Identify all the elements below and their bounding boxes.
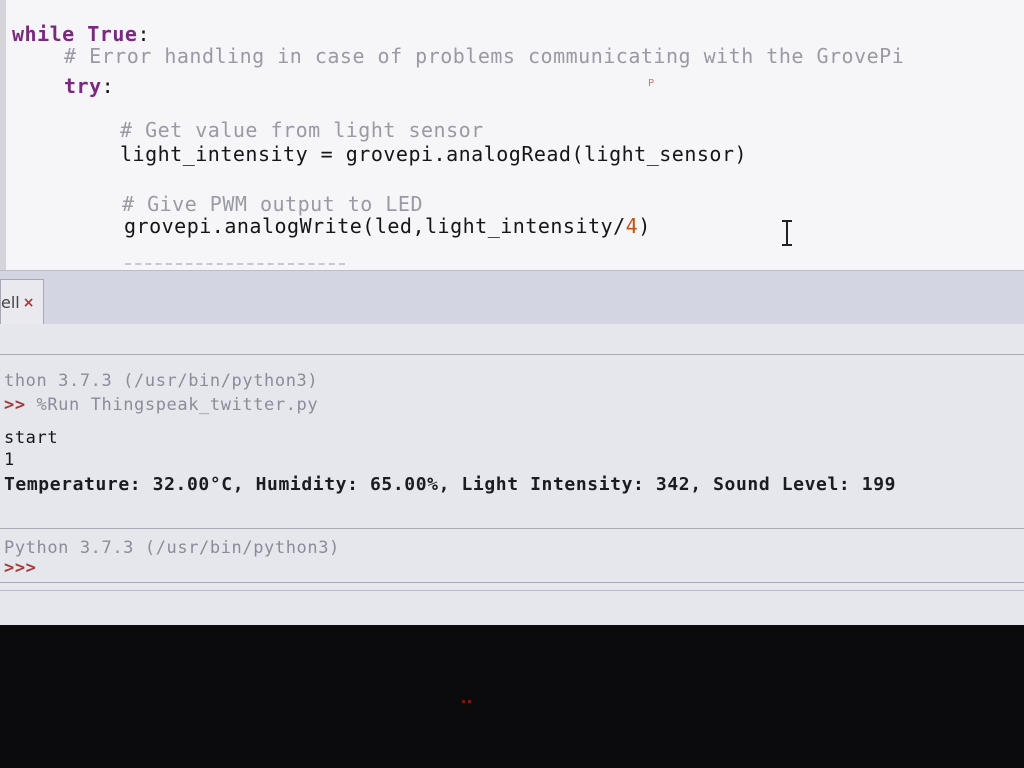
code-line-5: light_intensity = grovepi.analogRead(lig…: [120, 142, 748, 166]
code-line-1: while True:: [12, 22, 150, 46]
divider: [0, 354, 1024, 355]
keyword-true: True: [87, 22, 138, 46]
tab-shell-label: ell: [1, 293, 20, 312]
keyword-while: while: [12, 22, 75, 46]
code-area[interactable]: while True: # Error handling in case of …: [0, 0, 1024, 270]
python-banner: thon 3.7.3 (/usr/bin/python3): [4, 371, 319, 391]
output-line: start: [4, 428, 59, 448]
divider: [0, 590, 1024, 591]
code-line-2-comment: # Error handling in case of problems com…: [64, 44, 905, 68]
shell-panel[interactable]: thon 3.7.3 (/usr/bin/python3) >> %Run Th…: [0, 324, 1024, 625]
keyword-try: try: [64, 74, 102, 98]
code-line-3: try:: [64, 74, 114, 98]
colon: :: [101, 74, 115, 98]
colon: :: [137, 22, 150, 46]
divider: [0, 528, 1024, 529]
ide-window: while True: # Error handling in case of …: [0, 0, 1024, 625]
output-line: 1: [4, 450, 15, 470]
stray-mark: P: [648, 78, 655, 89]
python-banner: Python 3.7.3 (/usr/bin/python3): [4, 538, 340, 558]
code-line-7: grovepi.analogWrite(led,light_intensity/…: [124, 214, 651, 238]
code-line-4-comment: # Get value from light sensor: [120, 118, 484, 142]
status-led: [462, 688, 476, 703]
run-command-line: >> %Run Thingspeak_twitter.py: [4, 395, 318, 415]
partial-line: [125, 263, 345, 268]
run-command: %Run Thingspeak_twitter.py: [36, 395, 319, 415]
code-editor[interactable]: while True: # Error handling in case of …: [0, 0, 1024, 270]
shell-prompt: >>: [4, 395, 26, 415]
shell-prompt[interactable]: >>>: [4, 558, 37, 578]
close-icon[interactable]: ×: [23, 295, 35, 311]
sensor-readings-output: Temperature: 32.00°C, Humidity: 65.00%, …: [4, 474, 897, 495]
divider: [0, 582, 1024, 583]
code-line-6-comment: # Give PWM output to LED: [122, 192, 423, 216]
code-text: grovepi.analogWrite(led,light_intensity/: [124, 214, 626, 238]
number-literal: 4: [625, 214, 639, 238]
text-cursor-icon: [782, 220, 792, 246]
tab-shell[interactable]: ell ×: [0, 279, 44, 325]
code-text: ): [638, 214, 651, 238]
shell-tab-bar: ell ×: [0, 270, 1024, 325]
